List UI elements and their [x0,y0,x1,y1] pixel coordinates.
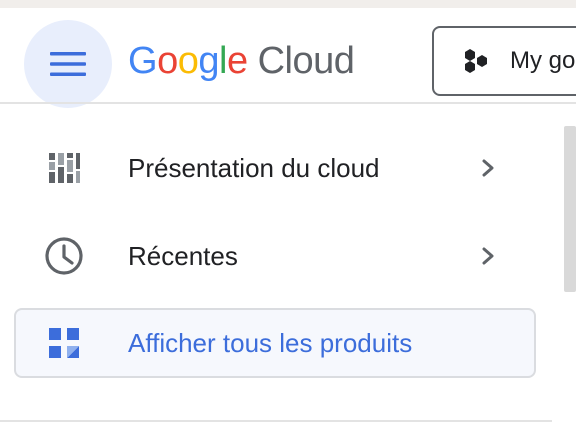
nav-item-label: Récentes [128,240,238,271]
logo-letter: g [198,40,219,82]
main-menu-button[interactable] [24,20,112,108]
nav-item-recent[interactable]: Récentes [0,214,552,298]
logo-letter: l [218,40,227,82]
hamburger-menu-icon [50,52,86,76]
grid-products-icon [44,323,84,363]
logo-letter: o [157,40,178,82]
google-cloud-logo[interactable]: Google Cloud [128,40,355,88]
window-top-strip [0,0,576,8]
vertical-scrollbar[interactable] [552,104,576,422]
nav-item-label: Afficher tous les produits [128,327,413,358]
logo-letter: G [128,40,158,82]
logo-google-wordmark: Google [128,40,248,83]
navigation-menu: Présentation du cloud Récentes Afficher … [0,104,552,422]
chevron-right-icon [476,244,500,268]
scrollbar-thumb[interactable] [564,126,576,292]
logo-letter: e [226,40,248,82]
chevron-right-icon [476,156,500,180]
logo-product-name: Cloud [257,40,355,82]
clock-icon [44,236,84,276]
project-hexagons-icon [462,48,490,74]
nav-item-cloud-overview[interactable]: Présentation du cloud [0,126,552,210]
top-bar: Google Cloud My go [0,8,576,108]
dashboard-overview-icon [44,148,84,188]
nav-item-label: Présentation du cloud [128,152,380,183]
logo-letter: o [177,40,199,82]
project-selector-label: My go [510,47,576,74]
project-selector-button[interactable]: My go [432,26,576,96]
nav-item-all-products[interactable]: Afficher tous les produits [14,308,536,378]
